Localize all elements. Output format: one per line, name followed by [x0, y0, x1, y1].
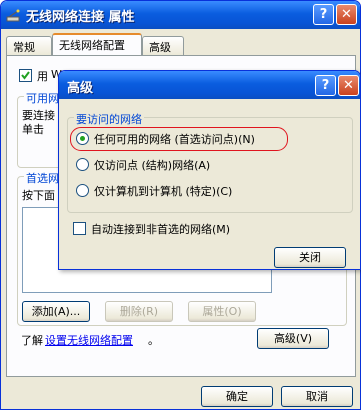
learn-suffix: 。	[148, 334, 159, 347]
radio-access-point-only-label[interactable]: 仅访问点 (结构)网络(A)	[94, 157, 210, 173]
use-windows-label: 用	[37, 70, 48, 83]
wireless-network-icon	[6, 7, 22, 23]
dialog-close-text-button[interactable]: 关闭	[274, 247, 346, 268]
ok-button[interactable]: 确定	[201, 386, 273, 407]
dialog-titlebar[interactable]: 高级 ? ✕	[59, 71, 360, 99]
window-title: 无线网络连接 属性	[26, 10, 135, 25]
tab-general[interactable]: 常规	[6, 36, 52, 55]
radio-computer-to-computer-label[interactable]: 仅计算机到计算机 (特定)(C)	[94, 183, 232, 199]
networks-to-access-title: 要访问的网络	[74, 111, 144, 127]
available-networks-text-2: 单击	[22, 123, 44, 136]
auto-connect-checkbox[interactable]	[73, 222, 86, 235]
close-button[interactable]: ✕	[336, 4, 357, 25]
learn-link[interactable]: 设置无线网络配置	[45, 332, 133, 348]
advanced-dialog: 高级 ? ✕ 要访问的网络 任何可用的网络 (首选访问点)(N) 仅访问点 (结…	[58, 70, 361, 270]
help-button[interactable]: ?	[313, 4, 334, 25]
learn-prefix: 了解	[21, 334, 43, 347]
advanced-button[interactable]: 高级(V)	[257, 328, 329, 349]
dialog-help-button[interactable]: ?	[315, 75, 336, 96]
radio-any-network[interactable]	[76, 132, 89, 145]
preferred-networks-title: 首选网	[24, 170, 61, 186]
add-button[interactable]: 添加(A)...	[22, 301, 90, 322]
dialog-close-button[interactable]: ✕	[338, 75, 359, 96]
preferred-networks-text: 按下面	[22, 189, 55, 202]
radio-access-point-only[interactable]	[76, 158, 89, 171]
use-windows-checkbox[interactable]	[19, 69, 32, 82]
radio-computer-to-computer[interactable]	[76, 184, 89, 197]
tab-wireless-networks[interactable]: 无线网络配置	[52, 33, 142, 55]
checkmark-icon	[21, 71, 30, 80]
dialog-title: 高级	[67, 81, 94, 96]
remove-button[interactable]: 删除(R)	[105, 301, 173, 322]
properties-button[interactable]: 属性(O)	[188, 301, 256, 322]
available-networks-title: 可用网	[24, 90, 61, 106]
networks-to-access-group: 要访问的网络 任何可用的网络 (首选访问点)(N) 仅访问点 (结构)网络(A)…	[67, 111, 353, 213]
window-titlebar[interactable]: 无线网络连接 属性 ? ✕	[1, 1, 360, 29]
cancel-button[interactable]: 取消	[281, 386, 353, 407]
radio-any-network-label[interactable]: 任何可用的网络 (首选访问点)(N)	[94, 131, 255, 147]
auto-connect-label[interactable]: 自动连接到非首选的网络(M)	[91, 221, 230, 237]
tab-advanced[interactable]: 高级	[142, 36, 184, 55]
